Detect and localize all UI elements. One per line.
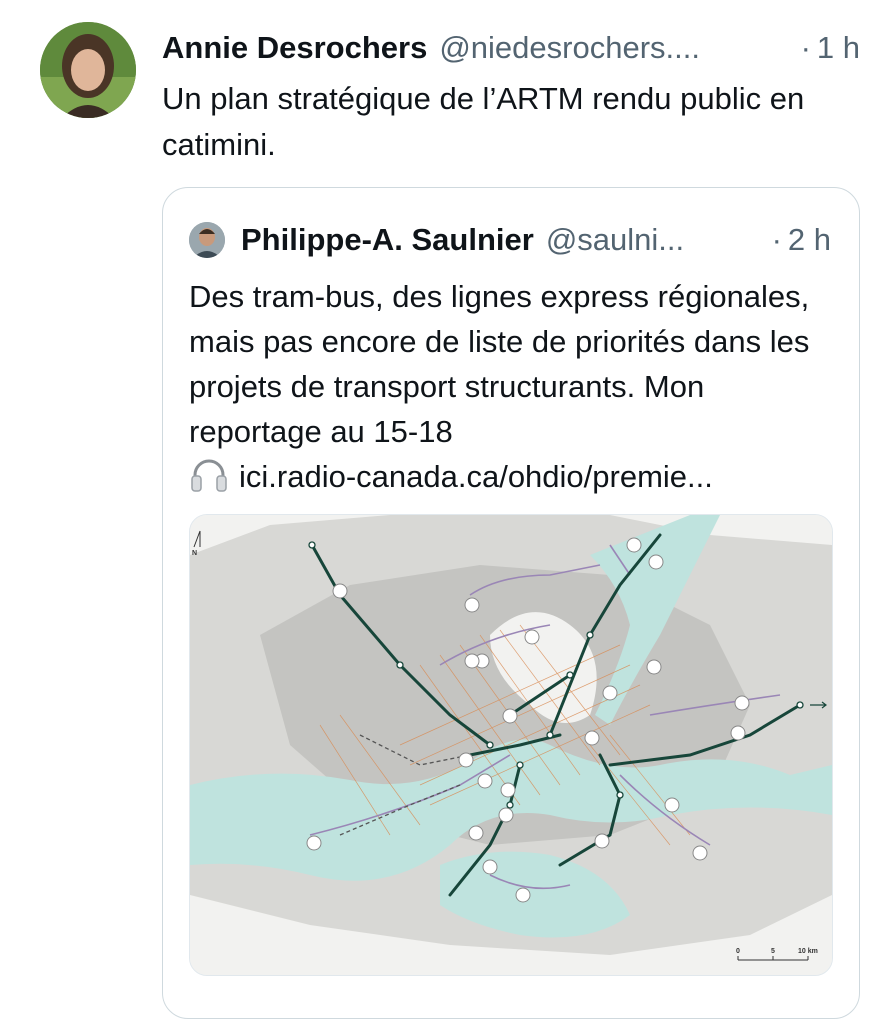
separator-dot: · bbox=[800, 30, 811, 65]
headphones-icon bbox=[189, 457, 229, 505]
scale-label-5: 5 bbox=[771, 948, 775, 955]
tweet-header: Annie Desrochers @niedesrochers.... · 1 … bbox=[162, 26, 860, 70]
scale-label-10km: 10 km bbox=[798, 948, 818, 955]
quote-author-avatar[interactable] bbox=[189, 222, 225, 258]
quote-time[interactable]: 2 h bbox=[788, 222, 831, 258]
quote-author-name[interactable]: Philippe-A. Saulnier bbox=[241, 222, 534, 258]
quote-header: Philippe-A. Saulnier @saulni... · 2 h bbox=[241, 218, 831, 262]
quote-text: Des tram-bus, des lignes express régiona… bbox=[189, 274, 839, 505]
author-handle[interactable]: @niedesrochers.... bbox=[439, 30, 700, 66]
tweet-time[interactable]: 1 h bbox=[817, 30, 860, 66]
quote-body: Des tram-bus, des lignes express régiona… bbox=[189, 279, 810, 449]
quote-author-handle[interactable]: @saulni... bbox=[546, 222, 684, 258]
quoted-tweet-card[interactable]: Philippe-A. Saulnier @saulni... · 2 h De… bbox=[162, 187, 860, 1019]
north-label: N bbox=[192, 550, 197, 557]
quote-separator-dot: · bbox=[771, 222, 782, 257]
scale-label-0: 0 bbox=[736, 948, 740, 955]
quote-link[interactable]: ici.radio-canada.ca/ohdio/premie... bbox=[239, 459, 713, 494]
transit-map-image[interactable]: N 0 5 10 km bbox=[189, 514, 833, 976]
author-avatar[interactable] bbox=[40, 22, 136, 118]
author-name[interactable]: Annie Desrochers bbox=[162, 30, 427, 66]
tweet-text: Un plan stratégique de l’ARTM rendu publ… bbox=[162, 81, 805, 162]
